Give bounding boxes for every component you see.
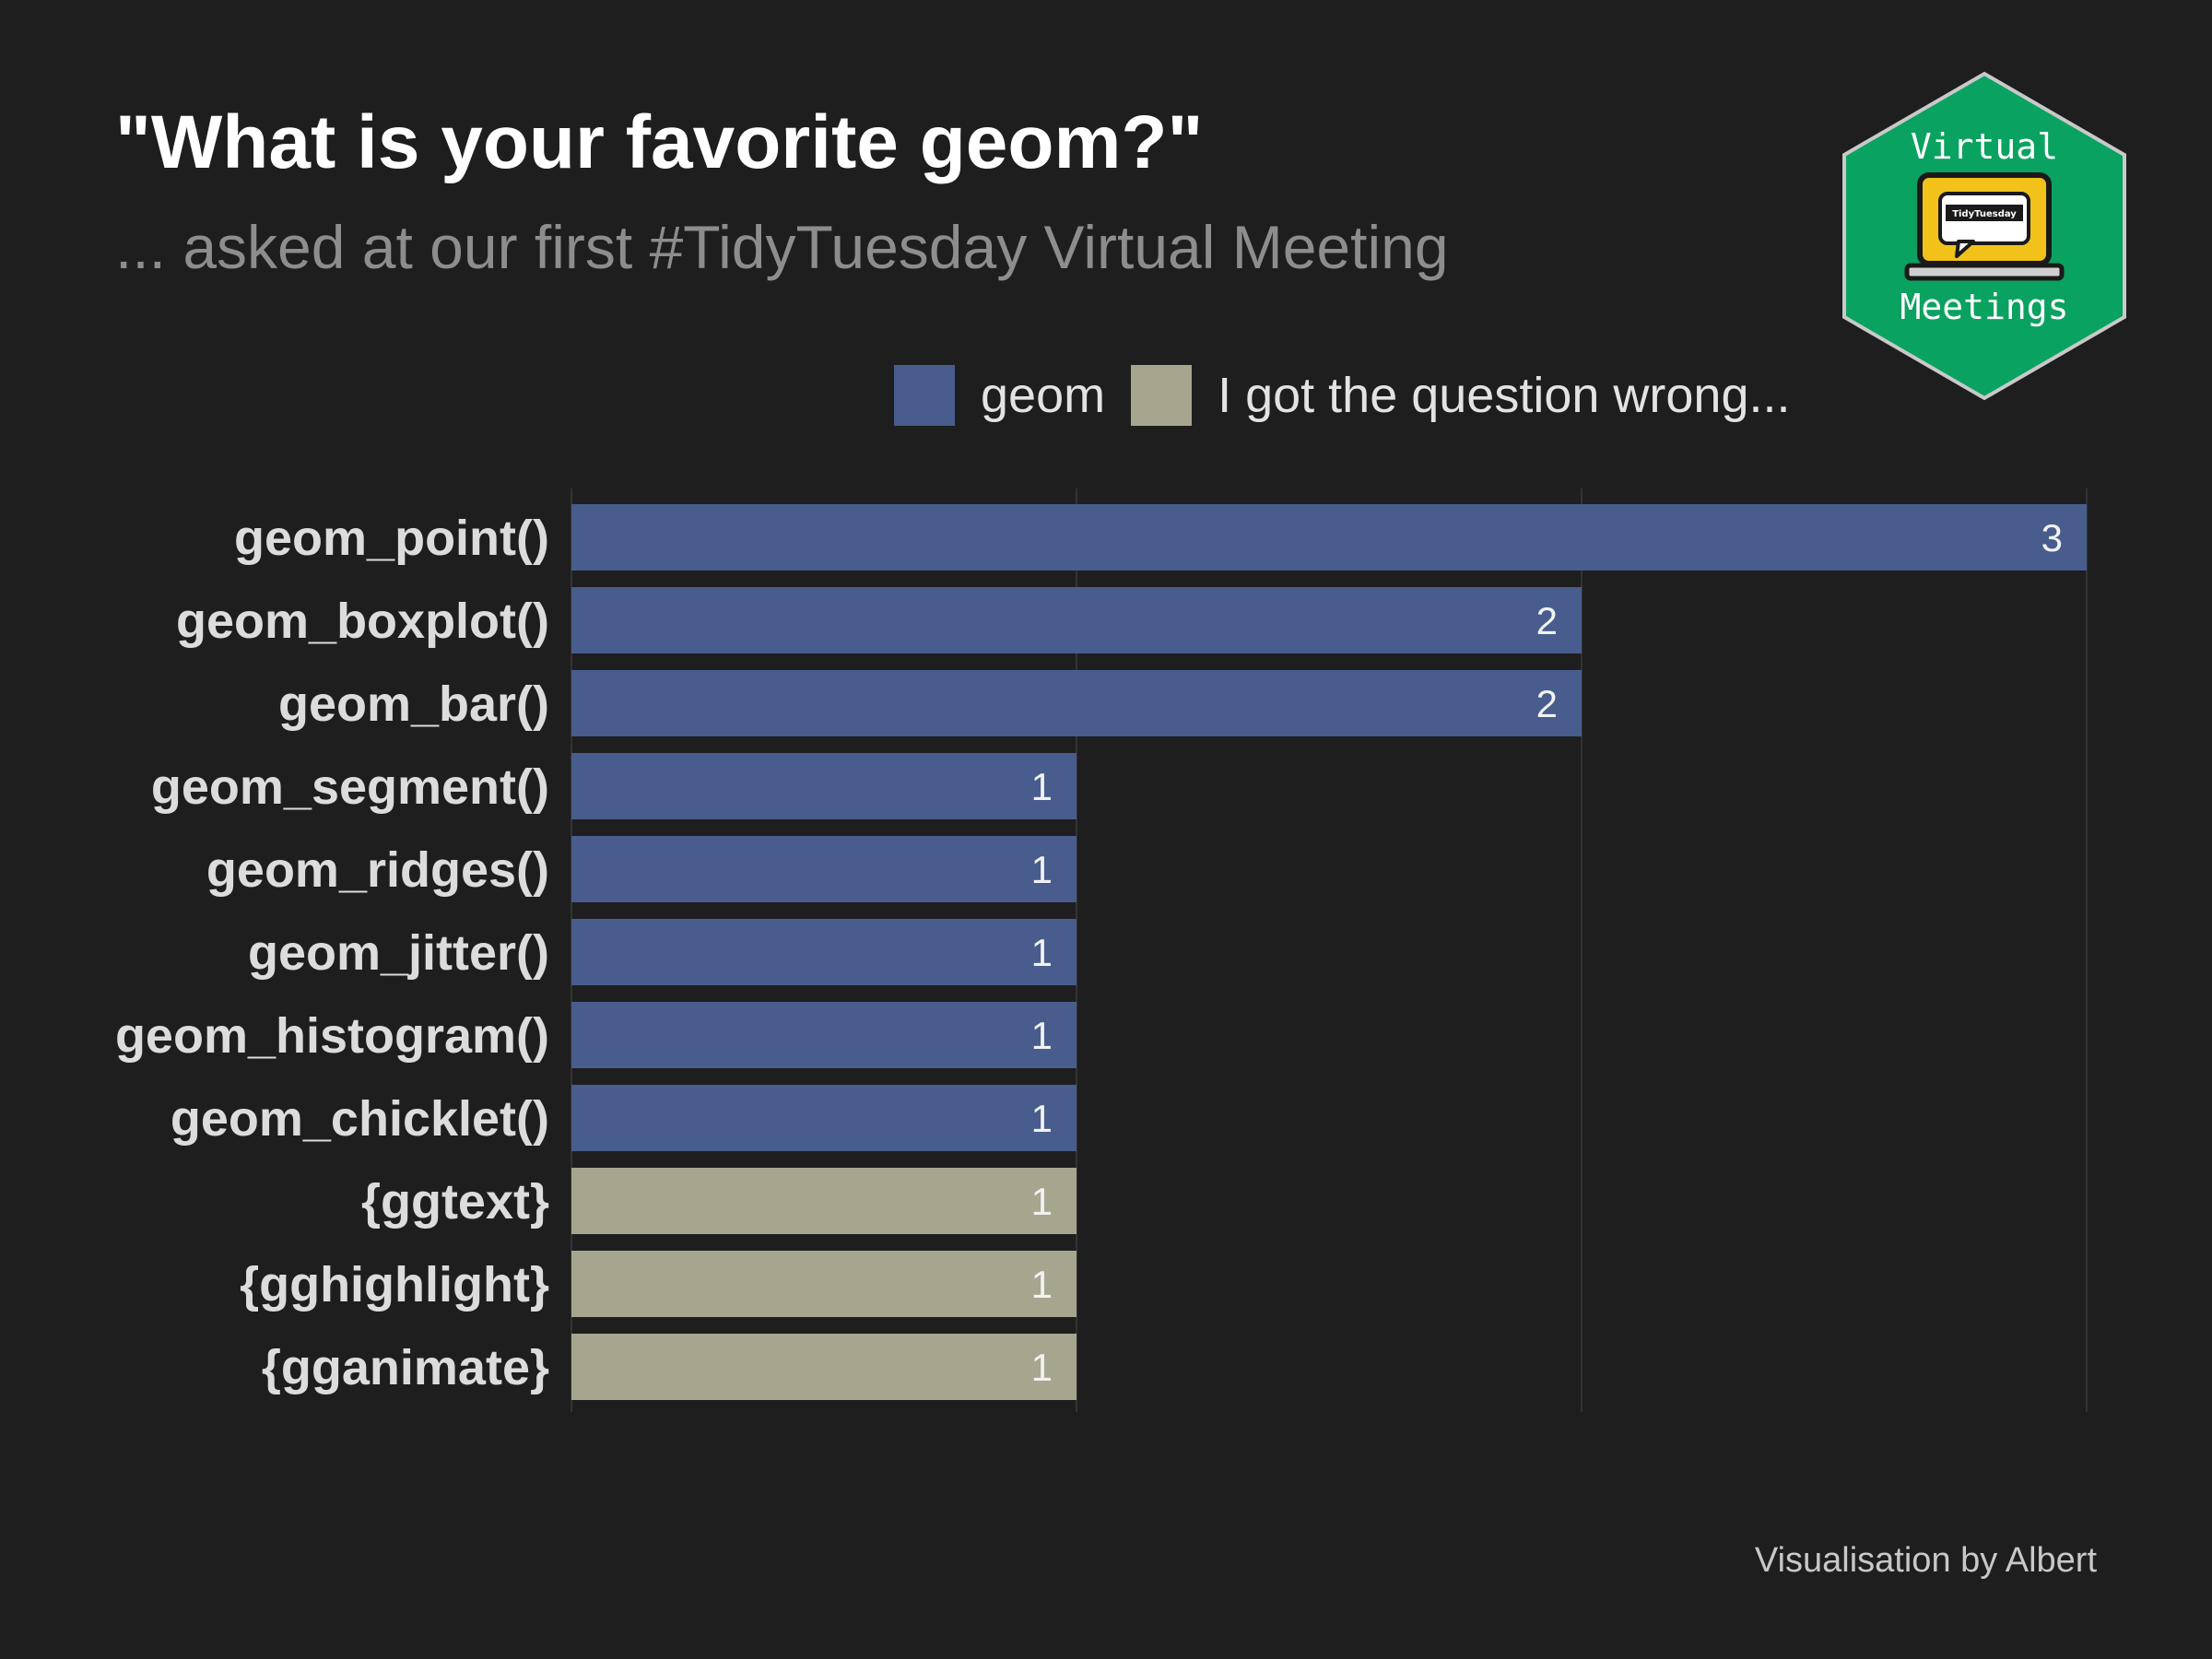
bar bbox=[571, 919, 1077, 985]
data-label: 1 bbox=[1031, 1014, 1053, 1057]
category-label: geom_segment() bbox=[151, 759, 549, 815]
category-label: geom_histogram() bbox=[115, 1008, 549, 1064]
category-label: geom_bar() bbox=[278, 677, 549, 732]
category-label: geom_ridges() bbox=[206, 842, 549, 898]
bar bbox=[571, 1002, 1077, 1068]
data-label: 1 bbox=[1031, 931, 1053, 974]
bar bbox=[571, 1085, 1077, 1151]
bar bbox=[571, 836, 1077, 902]
bar bbox=[571, 670, 1582, 736]
category-label: geom_jitter() bbox=[248, 925, 549, 981]
data-label: 3 bbox=[2041, 516, 2063, 559]
data-label: 2 bbox=[1536, 682, 1558, 725]
bar bbox=[571, 1168, 1077, 1234]
data-label: 1 bbox=[1031, 1346, 1053, 1389]
legend-label-geom: geom bbox=[981, 368, 1106, 423]
badge-bottom-text: Meetings bbox=[1900, 287, 2068, 327]
bar bbox=[571, 1251, 1077, 1317]
category-label: geom_boxplot() bbox=[176, 594, 549, 649]
virtual-meetings-logo: Virtual TidyTuesday Meetings bbox=[1839, 70, 2130, 402]
data-label: 1 bbox=[1031, 1180, 1053, 1223]
data-label: 1 bbox=[1031, 765, 1053, 808]
bar bbox=[571, 587, 1582, 653]
caption: Visualisation by Albert bbox=[1754, 1541, 2097, 1580]
bar bbox=[571, 753, 1077, 819]
legend-item-wrong: I got the question wrong... bbox=[1131, 365, 1791, 426]
data-label: 1 bbox=[1031, 848, 1053, 891]
category-label: geom_chicklet() bbox=[171, 1091, 549, 1147]
hex-badge-graphic: Virtual TidyTuesday Meetings bbox=[1842, 71, 2126, 401]
legend-label-wrong: I got the question wrong... bbox=[1218, 368, 1791, 423]
data-label: 2 bbox=[1536, 599, 1558, 642]
category-label: geom_point() bbox=[234, 511, 549, 566]
category-label: {ggtext} bbox=[361, 1174, 549, 1230]
laptop-screen-text: TidyTuesday bbox=[1952, 209, 2017, 219]
category-label: {gghighlight} bbox=[240, 1257, 549, 1312]
laptop-base bbox=[1904, 263, 2065, 281]
legend: geom I got the question wrong... bbox=[894, 365, 1817, 426]
chart-subtitle: ... asked at our first #TidyTuesday Virt… bbox=[115, 213, 1449, 281]
badge-top-text: Virtual bbox=[1911, 126, 2058, 167]
legend-item-geom: geom bbox=[894, 365, 1105, 426]
bar bbox=[571, 504, 2087, 571]
legend-swatch-wrong bbox=[1131, 365, 1193, 426]
category-label: {gganimate} bbox=[262, 1340, 549, 1395]
bar-chart: geom_point() 3 geom_boxplot() 2 geom_bar() 2 g… bbox=[0, 479, 2212, 1438]
data-label: 1 bbox=[1031, 1263, 1053, 1306]
chart-title: "What is your favorite geom?" bbox=[115, 100, 1204, 184]
bar bbox=[571, 1334, 1077, 1400]
legend-swatch-geom bbox=[894, 365, 955, 426]
data-label: 1 bbox=[1031, 1097, 1053, 1140]
bar-chart-svg: geom_point() 3 geom_boxplot() 2 geom_bar() 2 g… bbox=[115, 488, 2088, 1412]
